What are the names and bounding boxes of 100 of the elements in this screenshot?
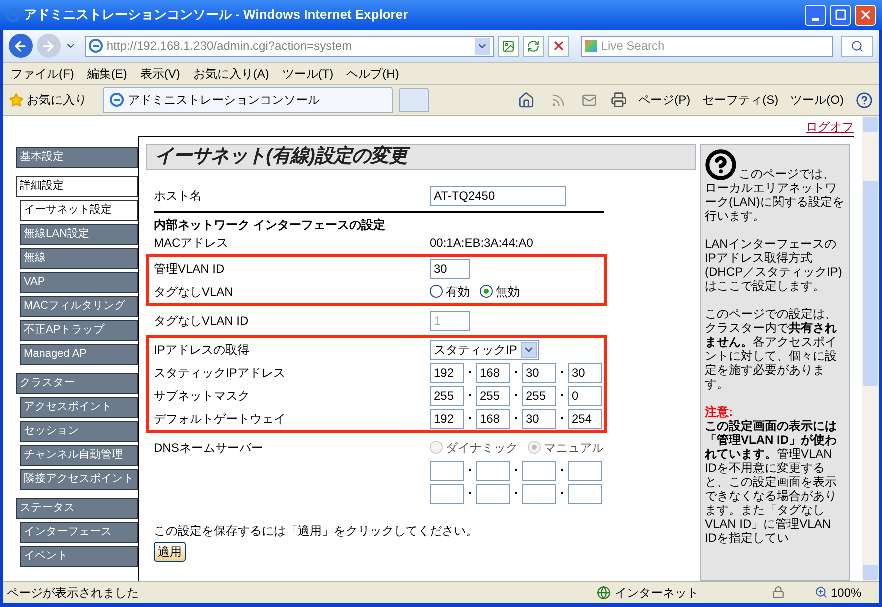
octet-field[interactable] <box>568 484 602 504</box>
menu-item[interactable]: 表示(V) <box>140 64 180 82</box>
globe-icon <box>597 586 611 600</box>
octet-field[interactable]: 30 <box>568 362 602 382</box>
sidebar-item[interactable]: インターフェース <box>20 522 138 543</box>
sidebar-item[interactable]: セッション <box>20 421 138 442</box>
tab-icon <box>110 93 124 107</box>
field-label: タグなしVLAN ID <box>154 312 250 330</box>
zoom-icon <box>815 586 828 599</box>
text-field[interactable]: AT-TQ2450 <box>430 186 566 206</box>
feed-icon[interactable] <box>550 92 566 108</box>
field-label: DNSネームサーバー <box>154 440 264 456</box>
octet-field[interactable]: 192 <box>430 408 464 428</box>
octet-field[interactable] <box>476 484 510 504</box>
logoff-link[interactable]: ログオフ <box>806 118 854 136</box>
status-message: ページが表示されました <box>7 584 140 602</box>
sidebar-item[interactable]: ステータス <box>16 498 138 519</box>
sidebar-item[interactable]: イベント <box>20 546 138 567</box>
radio-button[interactable] <box>430 285 443 298</box>
scrollbar[interactable] <box>862 116 879 581</box>
octet-field[interactable] <box>522 484 556 504</box>
field-label: ホスト名 <box>154 188 203 204</box>
back-button[interactable] <box>9 34 33 58</box>
radio-button[interactable] <box>480 285 493 298</box>
section-heading: 内部ネットワーク インターフェースの設定 <box>154 218 386 232</box>
security-zone: インターネット <box>615 584 699 602</box>
octet-field[interactable] <box>568 460 602 480</box>
sidebar-item[interactable]: 隣接アクセスポイント <box>20 469 138 490</box>
print-icon[interactable] <box>610 92 627 108</box>
radio-label: マニュアル <box>544 440 604 456</box>
mail-icon[interactable] <box>582 92 597 108</box>
field-label: スタティックIPアドレス <box>154 364 286 382</box>
dropdown[interactable]: スタティックIP <box>430 340 540 360</box>
octet-field[interactable] <box>522 460 556 480</box>
sidebar-item[interactable]: クラスター <box>16 373 138 394</box>
browser-tab[interactable]: アドミニストレーションコンソール <box>103 87 393 113</box>
star-icon <box>9 92 24 108</box>
sidebar-item[interactable]: VAP <box>20 272 138 293</box>
octet-field[interactable] <box>430 460 464 480</box>
stop-button[interactable] <box>548 36 570 56</box>
apply-button[interactable]: 適用 <box>154 542 186 562</box>
lock-icon <box>772 586 785 599</box>
home-icon[interactable] <box>518 92 535 108</box>
octet-field[interactable]: 168 <box>476 362 510 382</box>
address-field[interactable]: http://192.168.1.230/admin.cgi?action=system <box>84 36 494 56</box>
menu-item[interactable]: ツール(T) <box>282 64 334 82</box>
menu-item[interactable]: ファイル(F) <box>11 64 74 82</box>
sidebar-item[interactable]: 不正APトラップ <box>20 320 138 341</box>
zoom-control[interactable]: 100% <box>815 584 875 602</box>
command-button[interactable]: ツール(O) <box>790 91 844 109</box>
command-button[interactable]: セーフティ(S) <box>702 91 779 109</box>
sidebar-item[interactable]: アクセスポイント <box>20 397 138 418</box>
help-text: LANインターフェースのIPアドレス取得方式(DHCP／スタティックIP)はここで設定します。 <box>705 237 844 293</box>
window-title: アドミニストレーションコンソール - Windows Internet Explorer <box>24 6 410 24</box>
octet-field[interactable]: 30 <box>522 362 556 382</box>
radio-label: ダイナミック <box>446 440 518 456</box>
menu-item[interactable]: 編集(E) <box>87 64 128 82</box>
octet-field[interactable]: 255 <box>476 386 510 406</box>
field-label: デフォルトゲートウェイ <box>154 410 287 428</box>
octet-field[interactable]: 0 <box>568 386 602 406</box>
text-field[interactable]: 30 <box>430 258 470 278</box>
menu-item[interactable]: ヘルプ(H) <box>346 64 400 82</box>
minimize-button[interactable] <box>805 4 826 26</box>
sidebar-item[interactable]: イーサネット設定 <box>20 200 138 221</box>
sidebar-item[interactable]: MACフィルタリング <box>20 296 138 317</box>
octet-field[interactable]: 30 <box>522 408 556 428</box>
octet-field[interactable]: 168 <box>476 408 510 428</box>
sidebar-item[interactable]: 基本設定 <box>16 147 138 168</box>
sidebar-item[interactable]: チャンネル自動管理 <box>20 445 138 466</box>
radio-label: 無効 <box>496 284 520 300</box>
octet-field[interactable]: 254 <box>568 408 602 428</box>
help-text: このページでの設定は、クラスター内で共有されません。各アクセスポイントに対して、個々に設定を施す必要があります。 <box>705 307 838 391</box>
sidebar-item[interactable]: Managed AP <box>20 344 138 365</box>
octet-field[interactable] <box>430 484 464 504</box>
favorites-button[interactable]: お気に入り <box>9 91 97 109</box>
octet-field[interactable]: 255 <box>522 386 556 406</box>
image-icon <box>502 40 516 52</box>
sidebar-item[interactable]: 詳細設定 <box>16 176 138 197</box>
sidebar-item[interactable]: 無線LAN設定 <box>20 224 138 245</box>
field-label: 管理VLAN ID <box>154 260 226 278</box>
field-label: サブネットマスク <box>154 388 251 404</box>
menu-item[interactable]: お気に入り(A) <box>193 64 270 82</box>
compatibility-button[interactable] <box>498 36 520 56</box>
close-button[interactable] <box>855 4 876 26</box>
refresh-button[interactable] <box>523 36 544 56</box>
maximize-button[interactable] <box>830 4 851 26</box>
question-icon <box>705 149 737 181</box>
field-label: IPアドレスの取得 <box>154 342 250 358</box>
octet-field[interactable]: 255 <box>430 386 464 406</box>
field-label: MACアドレス <box>154 234 230 252</box>
save-note: この設定を保存するには「適用」をクリックしてください。 <box>154 523 479 540</box>
search-button[interactable] <box>841 36 873 56</box>
warning-text: この設定画面の表示には「管理VLAN ID」が使われています。管理VLAN IDを不用意に変更すると、この設定画面を表示できなくなる場合があります。また「タグなしVLAN ID」に管理VLAN IDを指定してい <box>705 419 838 545</box>
octet-field[interactable] <box>476 460 510 480</box>
close-icon <box>858 8 872 22</box>
help-icon[interactable] <box>856 92 873 108</box>
sidebar-item[interactable]: 無線 <box>20 248 138 269</box>
octet-field[interactable]: 192 <box>430 362 464 382</box>
command-button[interactable]: ページ(P) <box>638 91 691 109</box>
search-icon <box>850 40 864 52</box>
